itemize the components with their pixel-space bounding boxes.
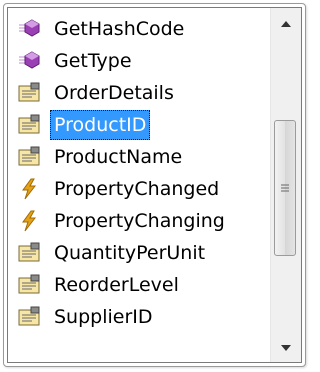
list-item-propertychanging[interactable]: PropertyChanging — [8, 205, 272, 237]
completion-list[interactable]: GetHashCode GetType OrderDetails Product… — [8, 8, 272, 362]
vertical-scrollbar[interactable] — [270, 8, 301, 362]
list-item-propertychanged[interactable]: PropertyChanged — [8, 173, 272, 205]
item-label: QuantityPerUnit — [54, 242, 206, 264]
list-item-gethashcode[interactable]: GetHashCode — [8, 13, 272, 45]
item-label: ProductName — [54, 146, 183, 168]
property-icon — [18, 273, 42, 297]
list-item-productid[interactable]: ProductID — [8, 109, 272, 141]
method-icon — [18, 17, 42, 41]
property-icon — [18, 81, 42, 105]
arrow-up-icon — [281, 14, 291, 32]
property-icon — [18, 113, 42, 137]
item-label: ProductID — [50, 110, 151, 140]
method-icon — [18, 49, 42, 73]
list-item-productname[interactable]: ProductName — [8, 141, 272, 173]
scroll-up-button[interactable] — [271, 8, 301, 38]
scroll-down-button[interactable] — [271, 332, 301, 362]
item-label: PropertyChanged — [54, 178, 220, 200]
item-label: PropertyChanging — [54, 210, 225, 232]
property-icon — [18, 145, 42, 169]
list-item-gettype[interactable]: GetType — [8, 45, 272, 77]
grip-icon — [281, 179, 289, 197]
list-item-orderdetails[interactable]: OrderDetails — [8, 77, 272, 109]
intellisense-popup: GetHashCode GetType OrderDetails Product… — [3, 3, 306, 367]
event-icon — [18, 209, 42, 233]
arrow-down-icon — [281, 338, 291, 356]
item-label: SupplierID — [54, 306, 153, 328]
item-label: GetHashCode — [54, 18, 185, 40]
completion-list-frame: GetHashCode GetType OrderDetails Product… — [7, 7, 302, 363]
property-icon — [18, 305, 42, 329]
list-item-quantityperunit[interactable]: QuantityPerUnit — [8, 237, 272, 269]
list-item-supplierid[interactable]: SupplierID — [8, 301, 272, 333]
scrollbar-thumb[interactable] — [274, 120, 296, 256]
item-label: OrderDetails — [54, 82, 174, 104]
list-item-reorderlevel[interactable]: ReorderLevel — [8, 269, 272, 301]
item-label: GetType — [54, 50, 132, 72]
property-icon — [18, 241, 42, 265]
event-icon — [18, 177, 42, 201]
item-label: ReorderLevel — [54, 274, 179, 296]
